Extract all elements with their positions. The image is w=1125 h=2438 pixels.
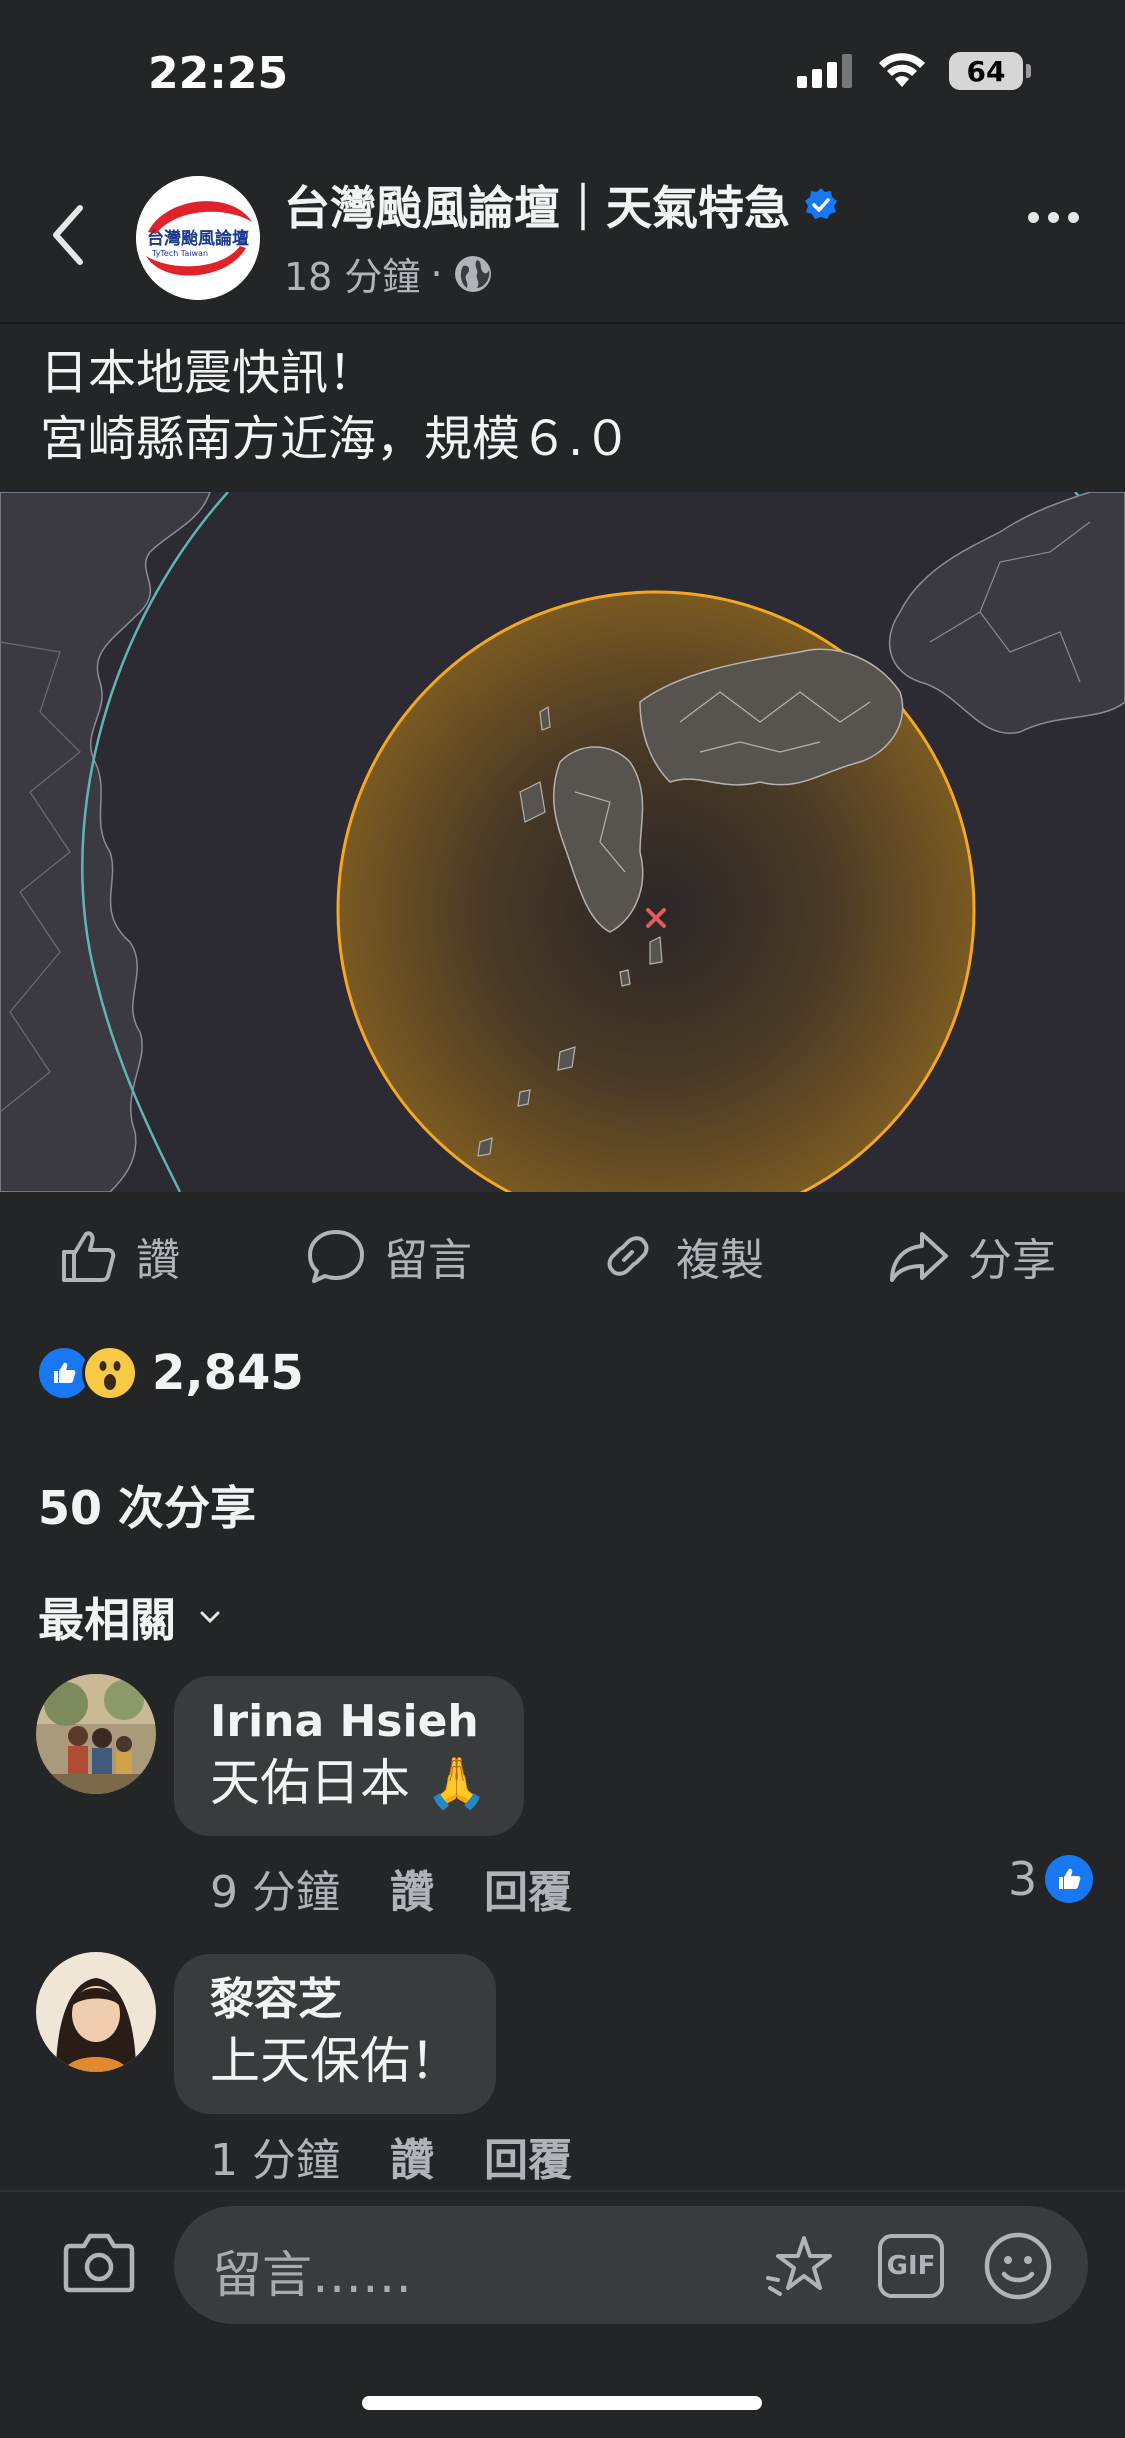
share-button[interactable]: 分享: [888, 1212, 1056, 1300]
commenter-avatar[interactable]: [36, 1952, 156, 2072]
sort-label: 最相關: [38, 1593, 176, 1647]
comment-like-button[interactable]: 讚: [390, 2124, 434, 2188]
gif-button[interactable]: GIF: [878, 2234, 944, 2298]
comment-input-placeholder[interactable]: 留言……: [212, 2235, 412, 2307]
back-arrow-icon[interactable]: [44, 200, 94, 270]
comment-text: 天佑日本 🙏: [210, 1750, 488, 1816]
page-name-row[interactable]: 台灣颱風論壇｜天氣特急: [284, 172, 840, 238]
comment-bubble[interactable]: Irina Hsieh 天佑日本 🙏: [174, 1676, 525, 1836]
reaction-count: 2,845: [152, 1345, 304, 1401]
comment-reply-button[interactable]: 回覆: [484, 1856, 572, 1920]
battery-indicator: 64: [949, 52, 1031, 90]
copy-label: 複製: [676, 1235, 764, 1286]
earthquake-map-image[interactable]: [0, 492, 1125, 1192]
logo-text: 台灣颱風論壇: [147, 228, 249, 249]
post-text: 日本地震快訊！ 宮崎縣南方近海，規模６.０: [40, 340, 631, 472]
status-icons: 64: [797, 52, 1031, 90]
camera-icon[interactable]: [62, 2230, 136, 2294]
praying-hands-icon: 🙏: [425, 1754, 489, 1812]
globe-icon: [454, 255, 491, 292]
comment-bubble[interactable]: 黎容芝 上天保佑！: [174, 1954, 496, 2114]
post-text-line2: 宮崎縣南方近海，規模６.０: [40, 411, 632, 467]
comment-sort-dropdown[interactable]: 最相關: [38, 1584, 222, 1650]
copy-button[interactable]: 複製: [598, 1212, 764, 1300]
comment-time[interactable]: 9 分鐘: [210, 1856, 340, 1920]
commenter-name[interactable]: Irina Hsieh: [210, 1694, 488, 1750]
comment-like-number: 3: [1008, 1852, 1038, 1906]
header-divider: [0, 322, 1125, 324]
comment-like-count[interactable]: 3: [1008, 1852, 1094, 1906]
like-reaction-icon: [1045, 1855, 1094, 1903]
shares-count[interactable]: 50 次分享: [38, 1472, 256, 1538]
comment-meta: 1 分鐘 讚 回覆: [210, 2124, 572, 2188]
wow-reaction-icon: [82, 1345, 138, 1401]
commenter-name[interactable]: 黎容芝: [210, 1972, 460, 2028]
verified-badge-icon: [805, 188, 837, 219]
gif-label: GIF: [886, 2251, 936, 2281]
comment-like-button[interactable]: 讚: [390, 1856, 434, 1920]
comment-text: 上天保佑！: [210, 2032, 460, 2090]
comment-bubble-icon: [308, 1230, 364, 1283]
avatar-sticker-icon[interactable]: [764, 2232, 838, 2302]
commenter-avatar[interactable]: [36, 1674, 156, 1794]
comment-label: 留言: [384, 1235, 472, 1286]
emoji-icon[interactable]: [982, 2230, 1054, 2302]
link-icon: [607, 1236, 649, 1276]
like-button[interactable]: 讚: [58, 1212, 180, 1300]
thumbs-up-icon: [62, 1231, 116, 1282]
more-options-icon[interactable]: [1028, 212, 1079, 223]
share-label: 分享: [968, 1235, 1056, 1286]
page-avatar[interactable]: 台灣颱風論壇 TyTech Taiwan: [136, 176, 260, 300]
post-meta: 18 分鐘 ·: [284, 246, 493, 301]
chevron-down-icon: [200, 1611, 220, 1624]
page-name[interactable]: 台灣颱風論壇｜天氣特急: [284, 172, 790, 238]
post-time[interactable]: 18 分鐘: [284, 246, 420, 301]
share-arrow-icon: [890, 1232, 948, 1282]
comment-reply-button[interactable]: 回覆: [484, 2124, 572, 2188]
meta-separator: ·: [430, 251, 443, 296]
comment-time[interactable]: 1 分鐘: [210, 2124, 340, 2188]
comment-meta: 9 分鐘 讚 回覆: [210, 1856, 572, 1920]
home-indicator[interactable]: [362, 2396, 762, 2410]
signal-icon: [797, 54, 852, 88]
status-time: 22:25: [148, 48, 289, 99]
like-label: 讚: [136, 1235, 180, 1286]
reactions-summary[interactable]: 2,845: [36, 1345, 304, 1401]
post-action-bar: 讚 留言 複製 分享: [0, 1212, 1125, 1300]
wifi-icon: [879, 53, 925, 87]
post-text-line1: 日本地震快訊！: [40, 345, 377, 401]
comment-text-body: 天佑日本: [210, 1754, 410, 1812]
comment-button[interactable]: 留言: [306, 1212, 472, 1300]
battery-level: 64: [949, 52, 1023, 90]
typhoon-logo-icon: 台灣颱風論壇 TyTech Taiwan: [136, 176, 260, 300]
map-graphic: [0, 492, 1125, 1192]
logo-subtext: TyTech Taiwan: [151, 249, 208, 258]
